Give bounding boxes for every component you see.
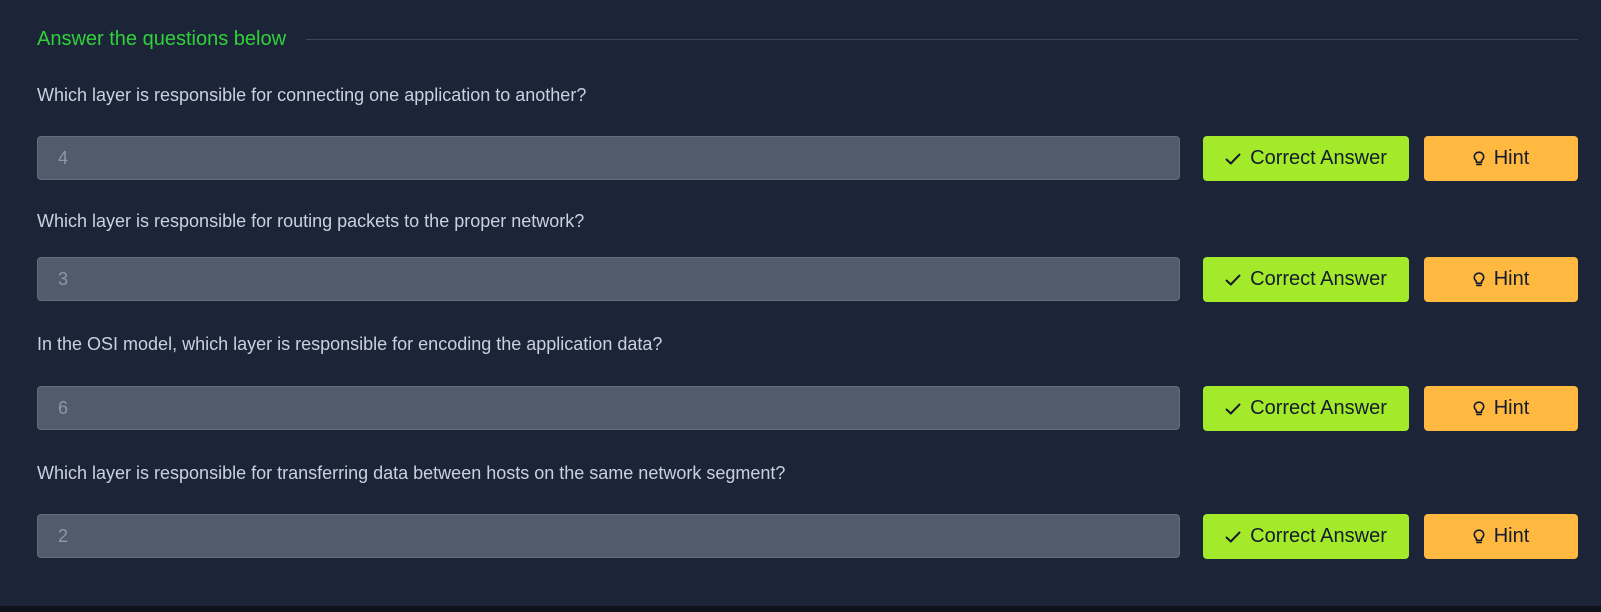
section-title: Answer the questions below (37, 27, 287, 50)
lightbulb-icon (1473, 150, 1485, 165)
answer-value-4: 2 (58, 525, 69, 546)
question-4-text: Which layer is responsible for transferr… (37, 463, 786, 483)
check-icon (1225, 274, 1241, 285)
hint-button-1[interactable]: Hint (1424, 136, 1578, 181)
answer-field-4[interactable]: 2 (37, 514, 1180, 558)
hint-label: Hint (1493, 397, 1530, 419)
hint-label: Hint (1493, 525, 1530, 547)
lightbulb-icon (1473, 528, 1485, 543)
answer-value-1: 4 (58, 147, 69, 168)
answer-field-1[interactable]: 4 (37, 136, 1180, 180)
correct-answer-label: Correct Answer (1250, 397, 1387, 419)
hint-button-3[interactable]: Hint (1424, 386, 1578, 431)
hint-button-2[interactable]: Hint (1424, 257, 1578, 302)
answer-field-3[interactable]: 6 (37, 386, 1180, 430)
check-icon (1225, 153, 1241, 164)
questions-panel: Answer the questions below Which layer i… (0, 0, 1601, 606)
hint-label: Hint (1493, 268, 1530, 290)
check-icon (1225, 403, 1241, 414)
check-icon (1225, 531, 1241, 542)
section-header: Answer the questions below (37, 24, 1578, 54)
question-2-text: Which layer is responsible for routing p… (37, 211, 585, 231)
page-bottom-edge (0, 606, 1601, 612)
correct-answer-button-1[interactable]: Correct Answer (1203, 136, 1409, 181)
answer-value-2: 3 (58, 268, 69, 289)
question-3-text: In the OSI model, which layer is respons… (37, 334, 663, 354)
correct-answer-button-4[interactable]: Correct Answer (1203, 514, 1409, 559)
hint-label: Hint (1493, 147, 1530, 169)
lightbulb-icon (1473, 271, 1485, 286)
correct-answer-button-2[interactable]: Correct Answer (1203, 257, 1409, 302)
correct-answer-label: Correct Answer (1250, 268, 1387, 290)
hint-button-4[interactable]: Hint (1424, 514, 1578, 559)
question-1-text: Which layer is responsible for connectin… (37, 85, 587, 105)
answer-value-3: 6 (58, 397, 69, 418)
answer-field-2[interactable]: 3 (37, 257, 1180, 301)
lightbulb-icon (1473, 400, 1485, 415)
correct-answer-label: Correct Answer (1250, 525, 1387, 547)
correct-answer-button-3[interactable]: Correct Answer (1203, 386, 1409, 431)
correct-answer-label: Correct Answer (1250, 147, 1387, 169)
divider (306, 38, 1578, 40)
